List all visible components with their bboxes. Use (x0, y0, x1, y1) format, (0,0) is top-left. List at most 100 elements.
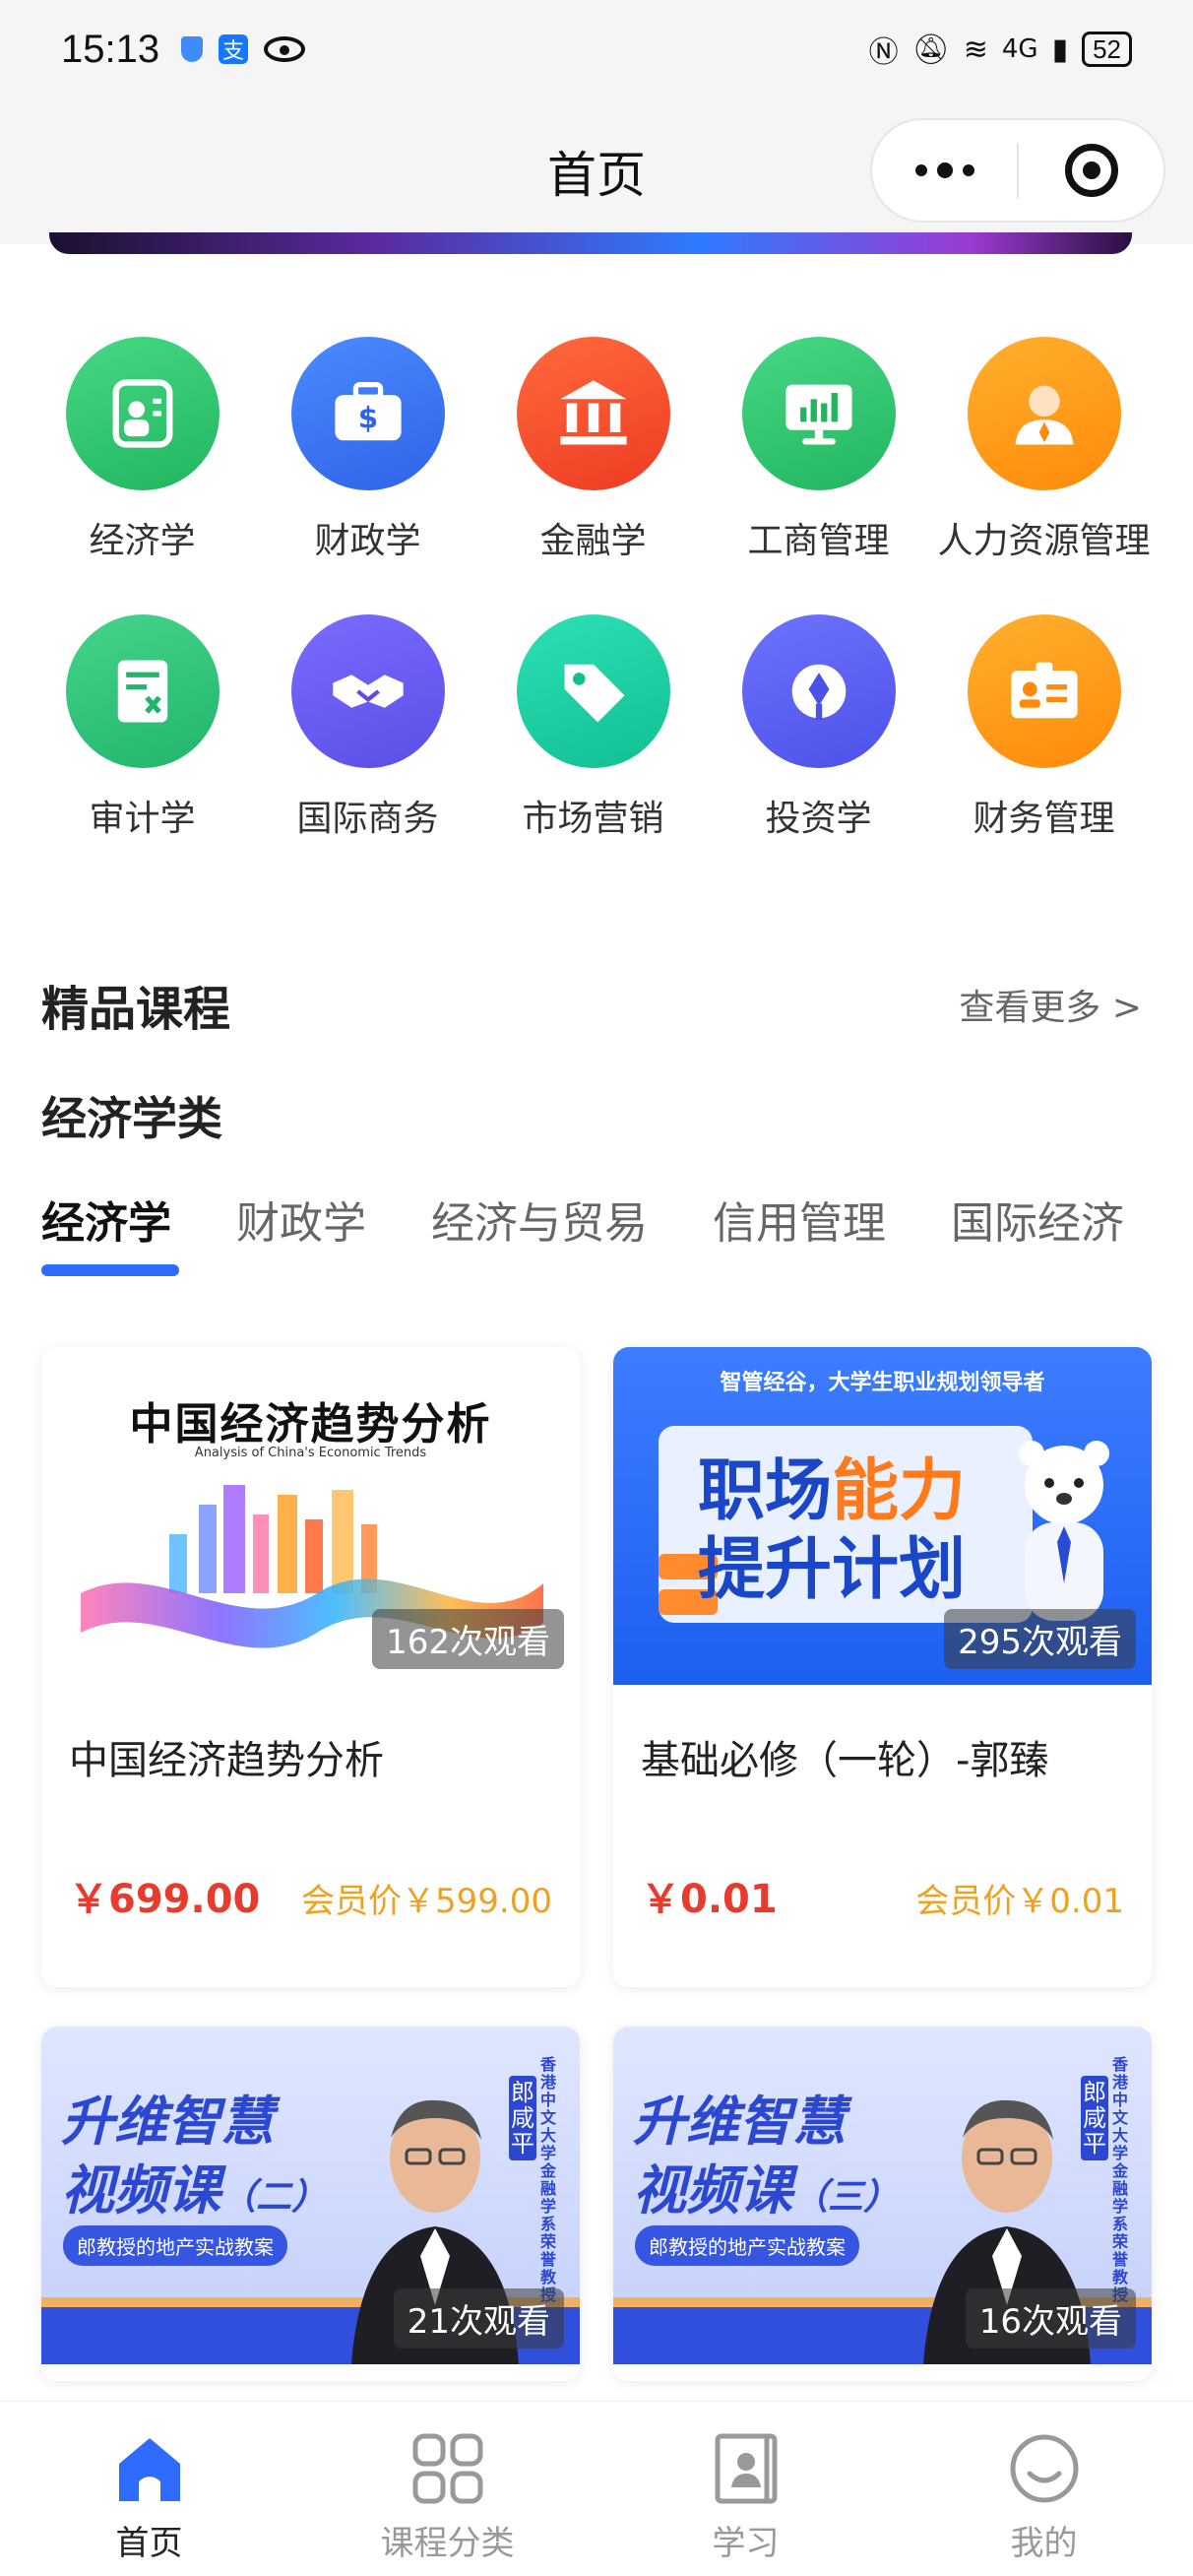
thumbnail-title-line1: 升维智慧 (61, 2091, 274, 2153)
category-hr-management[interactable]: 人力资源管理 (931, 337, 1157, 563)
thumbnail-tag: 郎教授的地产实战教案 (635, 2225, 859, 2266)
thumbnail-title-line2: 提升计划 (698, 1531, 967, 1609)
shield-icon (181, 36, 204, 62)
category-economics[interactable]: 经济学 (30, 337, 255, 563)
tabbar-label: 首页 (115, 2524, 183, 2563)
course-title: 基础必修（一轮）-郭臻 (641, 1738, 1049, 1783)
thumbnail-title: 中国经济趋势分析 (129, 1399, 492, 1449)
section-title: 精品课程 (41, 982, 231, 1037)
thumbnail-word: 视频课 (61, 2159, 220, 2222)
view-count: 16次观看 (965, 2288, 1136, 2349)
subject-tabs: 经济学 财政学 经济与贸易 信用管理 国际经济 (41, 1188, 1152, 1286)
price-row: ￥0.01 会员价￥0.01 (613, 1867, 1152, 1924)
course-card[interactable]: 智管经谷，大学生职业规划领导者 职场能力 提升计划 295次观看 基础必修（一轮… (613, 1347, 1152, 1987)
nfc-icon: Ⓝ (868, 35, 899, 70)
course-thumbnail: 智管经谷，大学生职业规划领导者 职场能力 提升计划 295次观看 (613, 1347, 1152, 1685)
category-investment[interactable]: 投资学 (706, 614, 931, 841)
thumbnail-tagline: 智管经谷，大学生职业规划领导者 (720, 1371, 1045, 1395)
audit-document-icon (65, 614, 220, 768)
signal-icon: ▮ (1051, 32, 1069, 67)
more-dots-icon (962, 164, 974, 176)
category-label: 国际商务 (296, 799, 439, 839)
category-label: 审计学 (89, 799, 196, 839)
status-bar: 15:13 支 Ⓝ 🔕︎ ≋ 4G ▮ 52 (0, 0, 1193, 98)
category-marketing[interactable]: 市场营销 (480, 614, 706, 841)
briefcase-dollar-icon: $ (290, 337, 445, 490)
status-time: 15:13 (61, 27, 160, 71)
smiley-icon (1003, 2427, 1086, 2510)
course-grid: 中国经济趋势分析 Analysis of China's Economic Tr… (41, 1347, 1152, 2381)
course-card[interactable]: 升维智慧 视频课（三） 郎教授的地产实战教案 郎咸平 香港中文大学金融学系荣誉教… (613, 2027, 1152, 2381)
section-subtitle: 经济学类 (41, 1092, 222, 1145)
category-public-finance[interactable]: $ 财政学 (255, 337, 480, 563)
bottom-tab-bar: 首页 课程分类 学习 我的 (0, 2401, 1193, 2576)
member-price: 会员价￥599.00 (301, 1882, 552, 1921)
view-more-link[interactable]: 查看更多 > (959, 979, 1142, 1030)
battery-level: 52 (1093, 33, 1121, 64)
wifi-icon: ≋ (963, 32, 988, 67)
tabbar-categories[interactable]: 课程分类 (298, 2402, 596, 2576)
course-thumbnail: 升维智慧 视频课（三） 郎教授的地产实战教案 郎咸平 香港中文大学金融学系荣誉教… (613, 2027, 1152, 2364)
eye-icon (264, 36, 306, 62)
more-dots-icon (936, 162, 953, 178)
course-price: ￥0.01 (641, 1877, 778, 1922)
thumbnail-subtitle: Analysis of China's Economic Trends (194, 1446, 427, 1460)
thumbnail-number: （二） (220, 2177, 328, 2218)
course-card[interactable]: 升维智慧 视频课（二） 郎教授的地产实战教案 郎咸平 香港中文大学金融学系荣誉教… (41, 2027, 580, 2381)
category-financial-mgmt[interactable]: 财务管理 (931, 614, 1157, 841)
category-label: 财政学 (314, 521, 421, 561)
category-label: 投资学 (765, 799, 872, 839)
tabbar-profile[interactable]: 我的 (895, 2402, 1193, 2576)
member-price: 会员价￥0.01 (915, 1882, 1124, 1921)
tab-public-finance[interactable]: 财政学 (236, 1188, 366, 1276)
category-business-admin[interactable]: 工商管理 (706, 337, 931, 563)
banner-carousel[interactable] (49, 232, 1132, 254)
tabbar-study[interactable]: 学习 (596, 2402, 895, 2576)
handshake-icon (290, 614, 445, 768)
study-book-icon (705, 2427, 787, 2510)
tab-intl-economics[interactable]: 国际经济 (951, 1188, 1124, 1276)
economics-icon (65, 337, 220, 490)
id-card-icon (967, 614, 1121, 768)
tab-economics[interactable]: 经济学 (41, 1188, 179, 1276)
course-title: 中国经济趋势分析 (69, 1738, 384, 1783)
bank-icon (516, 337, 670, 490)
tab-economy-trade[interactable]: 经济与贸易 (431, 1188, 648, 1276)
thumbnail-number: （三） (792, 2177, 900, 2218)
lecturer-name: 郎咸平 (509, 2076, 536, 2160)
category-label: 经济学 (89, 521, 196, 561)
mute-bell-icon: 🔕︎ (911, 32, 950, 67)
monitor-chart-icon (741, 337, 896, 490)
target-icon (1064, 144, 1118, 197)
view-count: 21次观看 (393, 2288, 564, 2349)
thumbnail-title-line2: 视频课（三） (633, 2147, 899, 2224)
mini-program-capsule (870, 118, 1165, 223)
svg-text:$: $ (357, 402, 377, 435)
category-label: 财务管理 (973, 799, 1115, 839)
tab-credit-management[interactable]: 信用管理 (713, 1188, 886, 1276)
close-mini-program-button[interactable] (1019, 144, 1163, 197)
category-finance[interactable]: 金融学 (480, 337, 706, 563)
course-thumbnail: 中国经济趋势分析 Analysis of China's Economic Tr… (41, 1347, 580, 1685)
thumbnail-title-line2: 视频课（二） (61, 2147, 327, 2224)
category-auditing[interactable]: 审计学 (30, 614, 255, 841)
more-menu-button[interactable] (872, 162, 1017, 178)
thumbnail-title-line1: 升维智慧 (633, 2091, 846, 2153)
course-card[interactable]: 中国经济趋势分析 Analysis of China's Economic Tr… (41, 1347, 580, 1987)
category-label: 人力资源管理 (937, 521, 1151, 561)
person-icon (967, 337, 1121, 490)
page-title: 首页 (547, 147, 646, 204)
app-page: 15:13 支 Ⓝ 🔕︎ ≋ 4G ▮ 52 首页 经济学 $ 财政学 金融学 … (0, 0, 1193, 2576)
lecturer-name: 郎咸平 (1081, 2076, 1108, 2160)
category-intl-business[interactable]: 国际商务 (255, 614, 480, 841)
tabbar-label: 我的 (1010, 2524, 1078, 2563)
tabbar-label: 学习 (712, 2524, 780, 2563)
tabbar-label: 课程分类 (380, 2524, 515, 2563)
tabbar-home[interactable]: 首页 (0, 2402, 298, 2576)
lecturer-title: 香港中文大学金融学系荣誉教授 (540, 2055, 557, 2304)
category-label: 金融学 (539, 521, 647, 561)
price-tag-icon (516, 614, 670, 768)
status-right-icons: Ⓝ 🔕︎ ≋ 4G ▮ 52 (869, 28, 1132, 71)
status-left-icons: 支 (181, 34, 306, 64)
category-grid: 经济学 $ 财政学 金融学 工商管理 人力资源管理 审计学 国际商务 市场营销 … (30, 337, 1163, 841)
